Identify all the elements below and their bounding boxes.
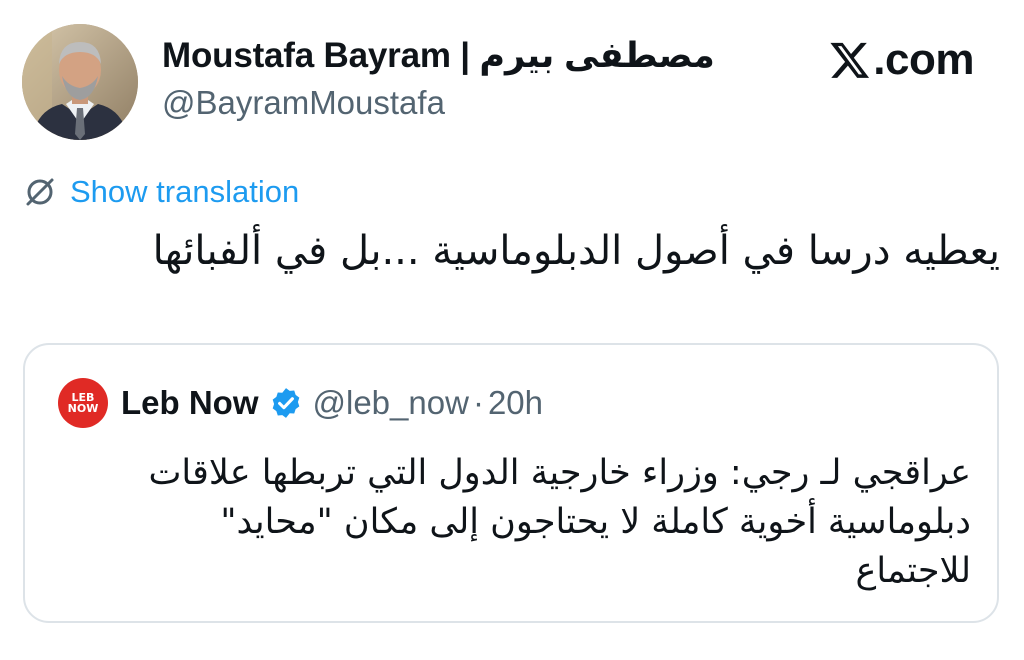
x-brand-watermark: .com [829,30,974,90]
quoted-tweet-display-name[interactable]: Leb Now [121,384,259,422]
profile-photo [22,24,138,140]
quoted-tweet-card[interactable]: LEB NOW Leb Now @leb_now · 20h عراقجي لـ… [23,343,999,623]
quoted-tweet-avatar[interactable]: LEB NOW [58,378,108,428]
author-display-name[interactable]: Moustafa Bayram | مصطفى بيرم [162,36,715,76]
quoted-tweet-line: للاجتماع [855,551,971,591]
quoted-tweet-line: عراقجي لـ رجي: وزراء خارجية الدول التي ت… [148,453,971,493]
globe-slash-icon [26,178,54,206]
verified-badge-icon [272,388,299,418]
x-domain-text: .com [873,35,974,84]
quoted-tweet-header: Leb Now @leb_now · 20h [121,380,543,426]
quoted-tweet-handle[interactable]: @leb_now [313,384,469,422]
show-translation-label[interactable]: Show translation [70,174,299,210]
x-logo-icon [830,42,870,78]
quoted-tweet-timestamp[interactable]: 20h [488,384,543,422]
author-handle[interactable]: @BayramMoustafa [162,84,445,122]
show-translation-button[interactable]: Show translation [22,170,299,214]
quoted-tweet-line: دبلوماسية أخوية كاملة لا يحتاجون إلى مكا… [220,502,971,542]
separator-dot: · [472,384,484,421]
tweet-text: يعطيه درسا في أصول الدبلوماسية ...بل في … [152,228,1000,274]
avatar-text-bottom: NOW [67,402,99,415]
quoted-tweet-text: عراقجي لـ رجي: وزراء خارجية الدول التي ت… [71,449,971,596]
author-avatar[interactable] [22,24,138,140]
